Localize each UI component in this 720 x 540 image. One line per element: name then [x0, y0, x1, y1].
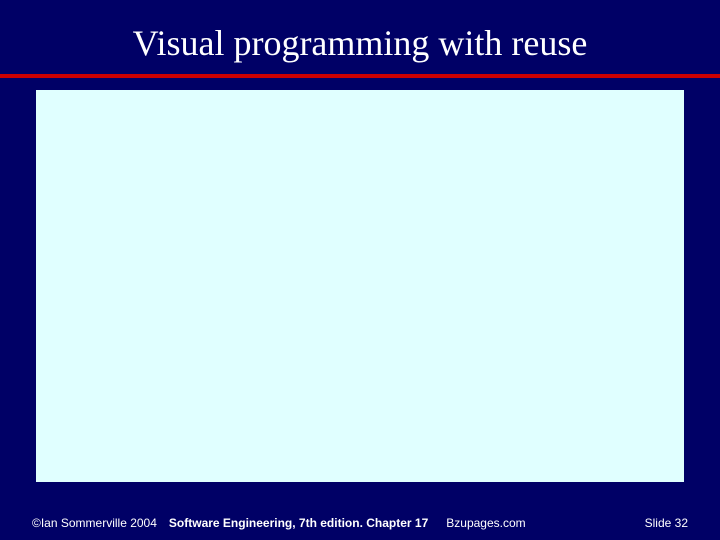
slide-title: Visual programming with reuse [0, 0, 720, 74]
content-area [36, 90, 684, 482]
book-reference: Software Engineering, 7th edition. Chapt… [169, 516, 428, 530]
site-text: Bzupages.com [446, 516, 525, 530]
copyright-text: ©Ian Sommerville 2004 [32, 516, 157, 530]
slide-label: Slide [645, 516, 672, 530]
title-underline [0, 74, 720, 78]
slide-num-value: 32 [675, 516, 688, 530]
footer: ©Ian Sommerville 2004 Software Engineeri… [0, 516, 720, 530]
slide-number: Slide 32 [645, 516, 688, 530]
